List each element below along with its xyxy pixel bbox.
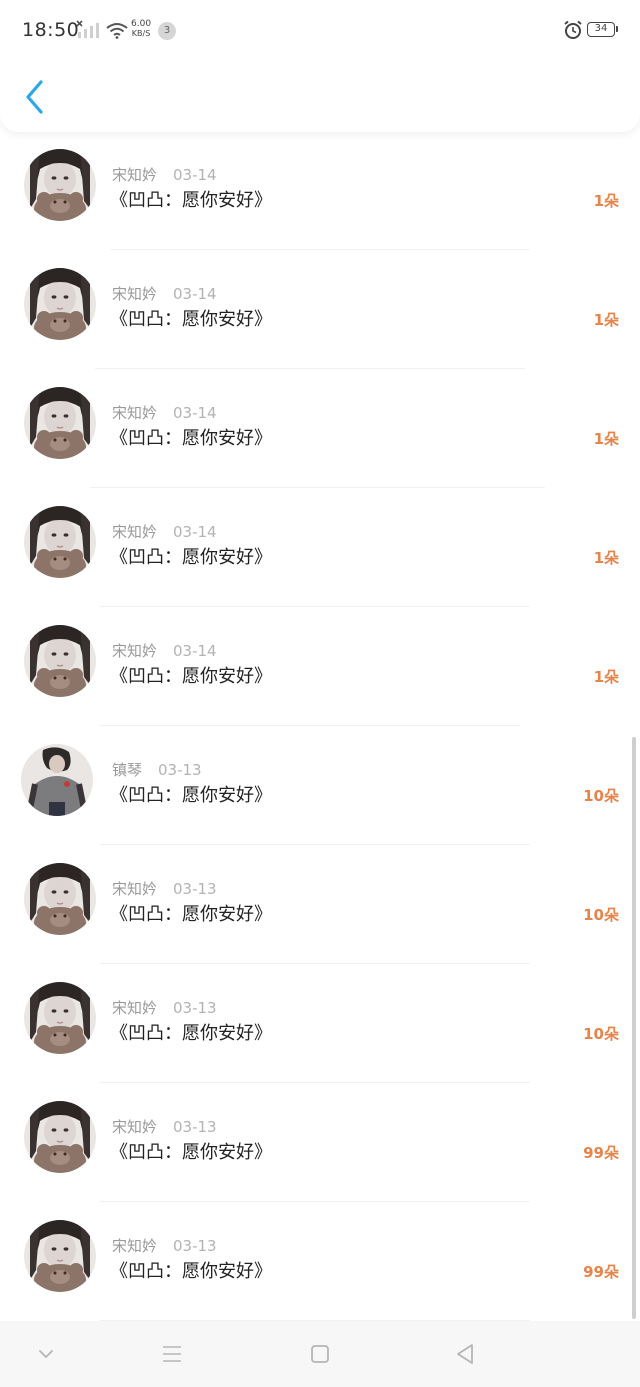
username[interactable]: 宋知妗 xyxy=(112,1118,157,1136)
chevron-down-icon xyxy=(39,1350,53,1359)
avatar[interactable] xyxy=(24,863,96,935)
top-bar: 18:50 6.00 KB/S 3 34 xyxy=(0,0,640,132)
flower-count: 1朵 xyxy=(593,311,619,329)
flower-count: 1朵 xyxy=(593,668,619,686)
avatar[interactable] xyxy=(24,982,96,1054)
gift-list-item[interactable]: 宋知妗 03-14 《凹凸：愿你安好》 1朵 xyxy=(0,488,640,607)
username[interactable]: 宋知妗 xyxy=(112,1237,157,1255)
triangle-back-icon xyxy=(457,1344,473,1364)
username[interactable]: 宋知妗 xyxy=(112,404,157,422)
work-title[interactable]: 《凹凸：愿你安好》 xyxy=(110,781,272,807)
flower-count: 99朵 xyxy=(583,1144,619,1162)
gift-list-item[interactable]: 宋知妗 03-14 《凹凸：愿你安好》 1朵 xyxy=(0,369,640,488)
gift-date: 03-14 xyxy=(173,642,217,660)
work-title[interactable]: 《凹凸：愿你安好》 xyxy=(110,305,272,331)
gift-list-item[interactable]: 宋知妗 03-13 《凹凸：愿你安好》 99朵 xyxy=(0,1202,640,1321)
item-meta: 宋知妗 03-14 xyxy=(112,164,217,185)
gift-list-item[interactable]: 镇琴 03-13 《凹凸：愿你安好》 10朵 xyxy=(0,726,640,845)
avatar[interactable] xyxy=(24,1101,96,1173)
username[interactable]: 宋知妗 xyxy=(112,999,157,1017)
notification-badge: 3 xyxy=(158,22,176,40)
item-meta: 宋知妗 03-14 xyxy=(112,402,217,423)
gift-date: 03-14 xyxy=(173,523,217,541)
menu-icon xyxy=(163,1346,181,1362)
gift-date: 03-13 xyxy=(173,1118,217,1136)
chevron-left-icon xyxy=(26,80,43,114)
net-speed-unit: KB/S xyxy=(131,29,151,38)
username[interactable]: 宋知妗 xyxy=(112,166,157,184)
gift-list-item[interactable]: 宋知妗 03-14 《凹凸：愿你安好》 1朵 xyxy=(0,131,640,250)
gift-list-screen: 18:50 6.00 KB/S 3 34 宋知妗 03-14 《凹凸：愿你安好》… xyxy=(0,0,640,1387)
item-meta: 宋知妗 03-13 xyxy=(112,878,217,899)
avatar[interactable] xyxy=(21,744,93,816)
alarm-icon xyxy=(564,20,582,39)
username[interactable]: 镇琴 xyxy=(112,761,142,779)
username[interactable]: 宋知妗 xyxy=(112,880,157,898)
gift-list-item[interactable]: 宋知妗 03-13 《凹凸：愿你安好》 99朵 xyxy=(0,1083,640,1202)
gift-list-item[interactable]: 宋知妗 03-13 《凹凸：愿你安好》 10朵 xyxy=(0,845,640,964)
avatar[interactable] xyxy=(24,268,96,340)
gift-date: 03-13 xyxy=(173,880,217,898)
item-meta: 宋知妗 03-14 xyxy=(112,640,217,661)
nav-back-button[interactable] xyxy=(452,1341,478,1367)
back-button[interactable] xyxy=(18,76,52,118)
avatar[interactable] xyxy=(24,149,96,221)
gift-date: 03-13 xyxy=(173,999,217,1017)
nav-collapse-button[interactable] xyxy=(33,1341,59,1367)
navigation-bar xyxy=(0,1321,640,1387)
network-speed: 6.00 KB/S xyxy=(131,19,152,39)
status-time: 18:50 xyxy=(22,19,80,41)
work-title[interactable]: 《凹凸：愿你安好》 xyxy=(110,1257,272,1283)
gift-date: 03-14 xyxy=(173,404,217,422)
nav-home-button[interactable] xyxy=(307,1341,333,1367)
item-meta: 宋知妗 03-13 xyxy=(112,1116,217,1137)
flower-count: 10朵 xyxy=(583,906,619,924)
avatar[interactable] xyxy=(24,1220,96,1292)
item-meta: 宋知妗 03-13 xyxy=(112,1235,217,1256)
work-title[interactable]: 《凹凸：愿你安好》 xyxy=(110,424,272,450)
work-title[interactable]: 《凹凸：愿你安好》 xyxy=(110,186,272,212)
flower-count: 1朵 xyxy=(593,430,619,448)
work-title[interactable]: 《凹凸：愿你安好》 xyxy=(110,1019,272,1045)
signal-icon xyxy=(76,20,99,38)
item-meta: 宋知妗 03-14 xyxy=(112,521,217,542)
nav-menu-button[interactable] xyxy=(159,1341,185,1367)
flower-count: 99朵 xyxy=(583,1263,619,1281)
gift-list-item[interactable]: 宋知妗 03-14 《凹凸：愿你安好》 1朵 xyxy=(0,250,640,369)
wifi-icon xyxy=(106,23,128,39)
gift-date: 03-13 xyxy=(173,1237,217,1255)
net-speed-value: 6.00 xyxy=(131,19,152,29)
work-title[interactable]: 《凹凸：愿你安好》 xyxy=(110,662,272,688)
username[interactable]: 宋知妗 xyxy=(112,642,157,660)
flower-count: 1朵 xyxy=(593,192,619,210)
item-meta: 宋知妗 03-13 xyxy=(112,997,217,1018)
username[interactable]: 宋知妗 xyxy=(112,285,157,303)
work-title[interactable]: 《凹凸：愿你安好》 xyxy=(110,900,272,926)
gift-list-item[interactable]: 宋知妗 03-14 《凹凸：愿你安好》 1朵 xyxy=(0,607,640,726)
scrollbar[interactable] xyxy=(632,737,636,1319)
status-bar: 18:50 6.00 KB/S 3 34 xyxy=(0,0,640,62)
flower-count: 1朵 xyxy=(593,549,619,567)
flower-count: 10朵 xyxy=(583,1025,619,1043)
item-meta: 镇琴 03-13 xyxy=(112,759,202,780)
battery-indicator: 34 xyxy=(587,22,618,37)
gift-list-item[interactable]: 宋知妗 03-13 《凹凸：愿你安好》 10朵 xyxy=(0,964,640,1083)
gift-date: 03-13 xyxy=(158,761,202,779)
work-title[interactable]: 《凹凸：愿你安好》 xyxy=(110,1138,272,1164)
gift-date: 03-14 xyxy=(173,285,217,303)
username[interactable]: 宋知妗 xyxy=(112,523,157,541)
avatar[interactable] xyxy=(24,506,96,578)
work-title[interactable]: 《凹凸：愿你安好》 xyxy=(110,543,272,569)
item-meta: 宋知妗 03-14 xyxy=(112,283,217,304)
square-home-icon xyxy=(311,1345,329,1363)
avatar[interactable] xyxy=(24,387,96,459)
gift-date: 03-14 xyxy=(173,166,217,184)
flower-count: 10朵 xyxy=(583,787,619,805)
avatar[interactable] xyxy=(24,625,96,697)
